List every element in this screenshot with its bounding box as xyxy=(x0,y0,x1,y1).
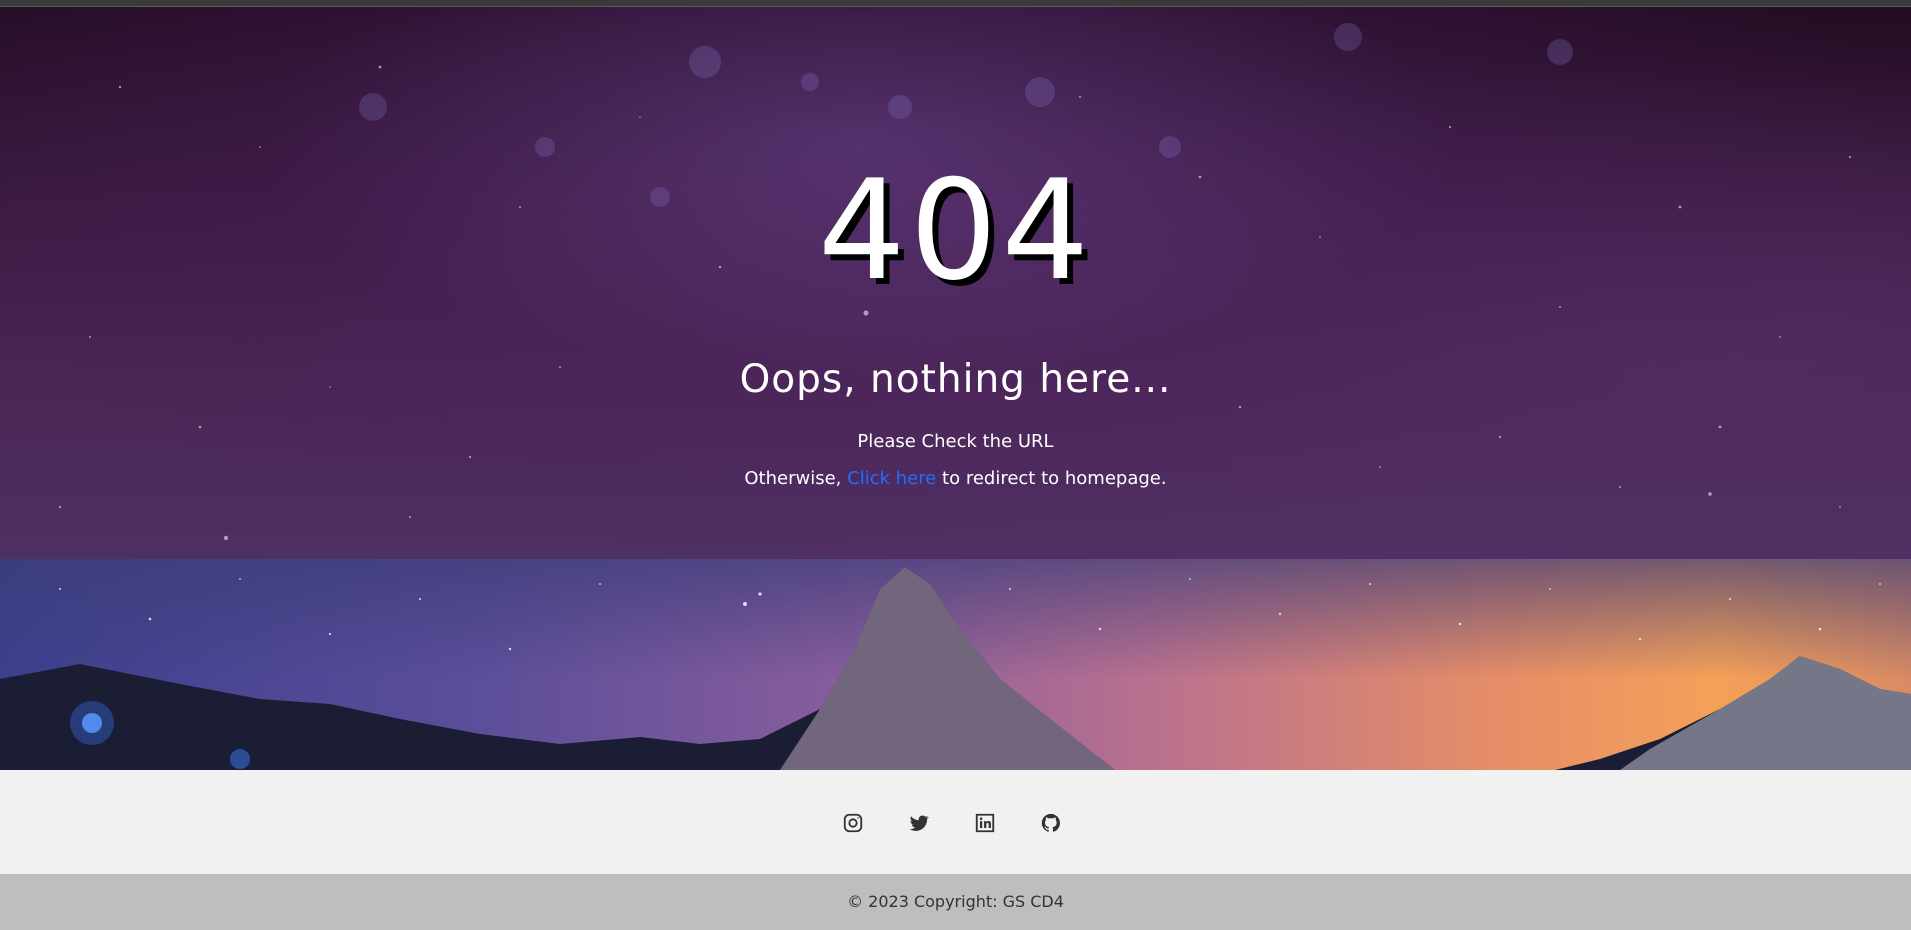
github-icon[interactable] xyxy=(1040,812,1062,834)
copyright-text: © 2023 Copyright: GS CD4 xyxy=(847,892,1064,911)
homepage-link[interactable]: Click here xyxy=(847,468,936,489)
social-icons-row xyxy=(842,812,1062,834)
copyright-footer: © 2023 Copyright: GS CD4 xyxy=(0,874,1911,930)
instagram-icon[interactable] xyxy=(842,812,864,834)
browser-top-bar xyxy=(0,0,1911,7)
redirect-prefix: Otherwise, xyxy=(744,468,848,489)
error-title: Oops, nothing here... xyxy=(739,357,1172,402)
redirect-suffix: to redirect to homepage. xyxy=(936,468,1167,489)
mountain-scene xyxy=(0,567,1911,770)
twitter-icon[interactable] xyxy=(908,812,930,834)
mountain-banner-image xyxy=(0,559,1911,770)
error-code-heading: 404 xyxy=(817,150,1094,311)
check-url-text: Please Check the URL xyxy=(857,431,1054,452)
social-links-bar xyxy=(0,770,1911,874)
linkedin-icon[interactable] xyxy=(974,812,996,834)
error-content: 404 Oops, nothing here... Please Check t… xyxy=(0,7,1911,560)
redirect-text: Otherwise, Click here to redirect to hom… xyxy=(0,468,1911,489)
